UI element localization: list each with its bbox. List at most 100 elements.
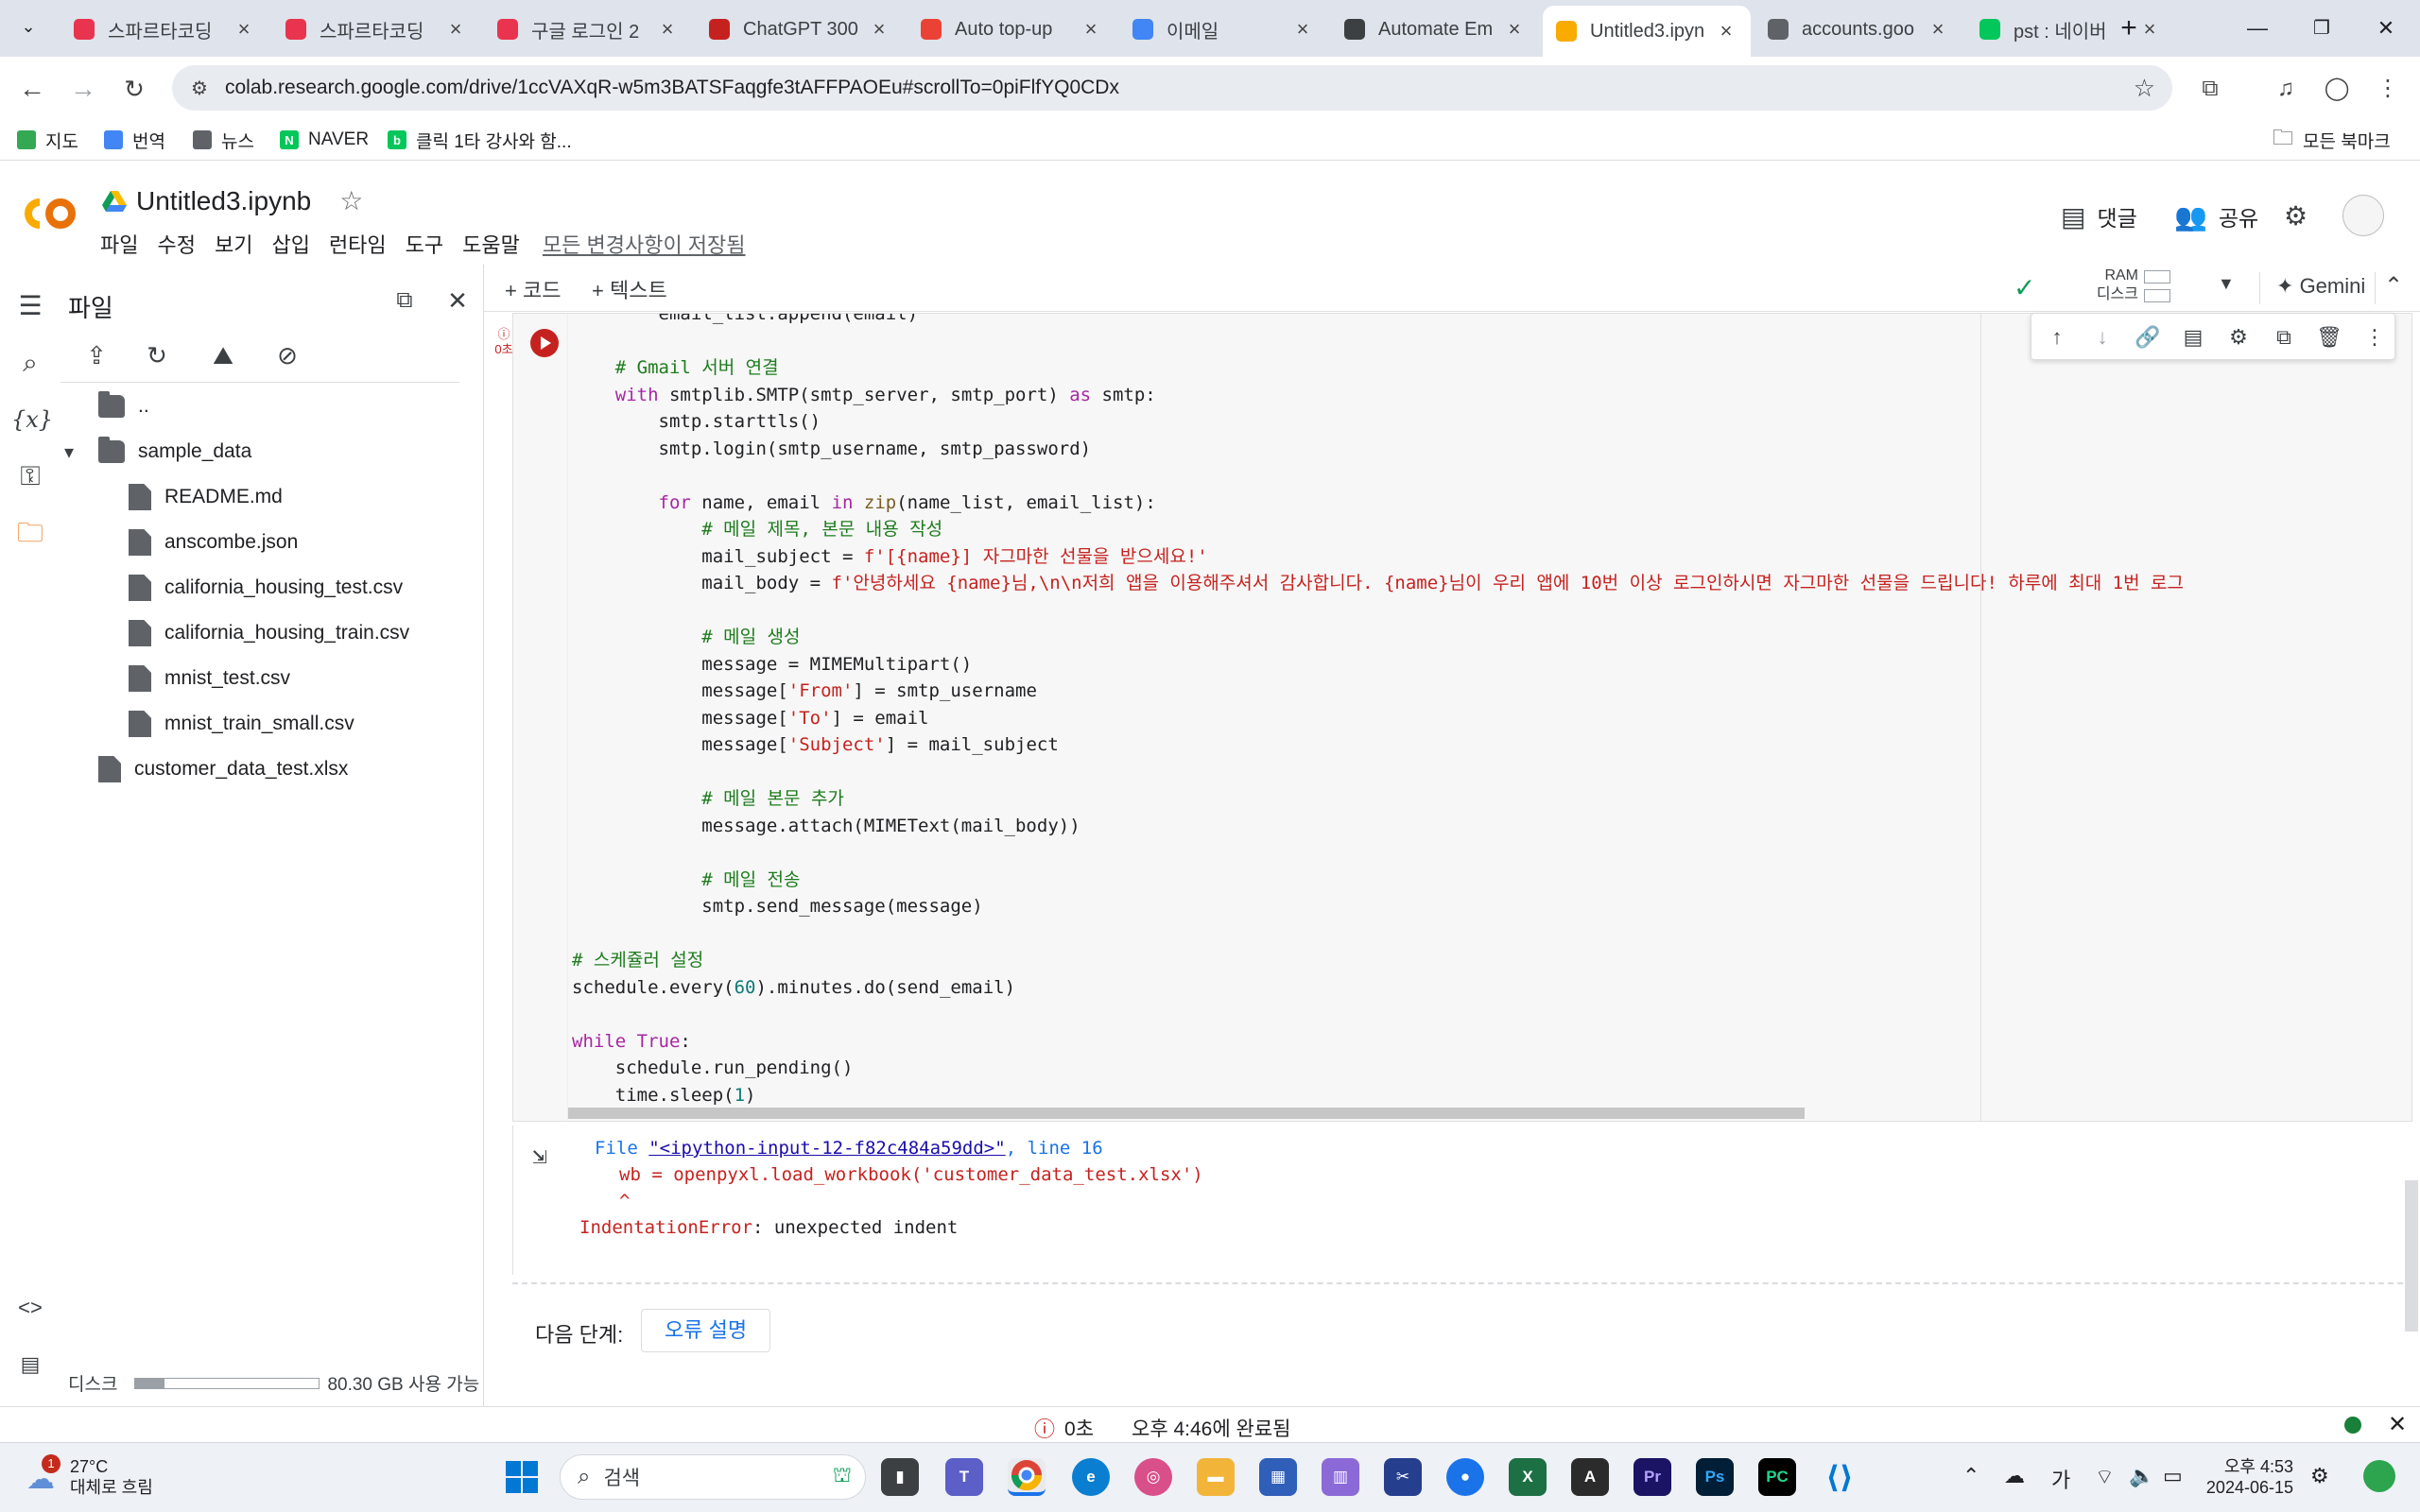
- bookmark-star-icon[interactable]: ☆: [2134, 74, 2155, 103]
- reload-button[interactable]: ↻: [115, 70, 153, 108]
- tab-close-icon[interactable]: ×: [444, 17, 467, 42]
- move-down-icon[interactable]: ↓: [2086, 321, 2118, 353]
- restore-button[interactable]: ❐: [2303, 11, 2341, 45]
- code-text[interactable]: email_list.append(email) # Gmail 서버 연결 w…: [572, 314, 2184, 1108]
- chrome-icon[interactable]: [1008, 1458, 1046, 1496]
- collapse-header-icon[interactable]: ⌃: [2384, 272, 2403, 300]
- vertical-scrollbar[interactable]: [2405, 1180, 2418, 1332]
- mount-drive-icon[interactable]: ⛰: [204, 336, 242, 374]
- tab-search-dropdown-icon[interactable]: ⌄: [9, 9, 47, 43]
- delete-cell-icon[interactable]: 🗑: [2313, 321, 2345, 353]
- tab-close-icon[interactable]: ×: [1080, 17, 1102, 42]
- refresh-icon[interactable]: ↻: [138, 336, 176, 374]
- runtime-dropdown-icon[interactable]: ▼: [2218, 274, 2235, 294]
- notebook-title[interactable]: Untitled3.ipynb: [136, 186, 311, 216]
- menu-item[interactable]: 수정: [157, 229, 195, 259]
- file-row[interactable]: customer_data_test.xlsx: [98, 750, 348, 788]
- horizontal-scrollbar[interactable]: [568, 1108, 1805, 1119]
- hide-files-icon[interactable]: ⊘: [268, 336, 306, 374]
- site-info-icon[interactable]: ⚙: [185, 77, 214, 100]
- tray-chevron-icon[interactable]: ⌃: [1962, 1464, 1979, 1488]
- file-row[interactable]: mnist_train_small.csv: [129, 705, 354, 743]
- menu-item[interactable]: 보기: [215, 229, 252, 259]
- menu-item[interactable]: 런타임: [329, 229, 387, 259]
- file-row[interactable]: anscombe.json: [129, 524, 298, 561]
- code-editor[interactable]: email_list.append(email) # Gmail 서버 연결 w…: [568, 314, 2411, 1121]
- clock[interactable]: 오후 4:53 2024-06-15: [2203, 1456, 2293, 1498]
- bookmark-item[interactable]: 번역: [104, 127, 165, 153]
- browser-tab[interactable]: 스파르타코딩 ×: [60, 8, 268, 51]
- browser-tab[interactable]: Auto top-up ×: [908, 8, 1115, 51]
- store-icon[interactable]: ▦: [1259, 1458, 1297, 1496]
- explain-error-button[interactable]: 오류 설명: [641, 1309, 771, 1352]
- tab-close-icon[interactable]: ×: [233, 17, 255, 42]
- code-snippets-icon[interactable]: <>: [11, 1289, 49, 1327]
- snipping-tool-icon[interactable]: ✂: [1384, 1458, 1422, 1496]
- move-up-icon[interactable]: ↑: [2041, 321, 2073, 353]
- traceback-file-link[interactable]: "<ipython-input-12-f82c484a59dd>": [648, 1138, 1006, 1159]
- variables-icon[interactable]: {x}: [11, 401, 53, 438]
- vscode-icon[interactable]: ⟨⟩: [1821, 1458, 1858, 1496]
- minimize-button[interactable]: —: [2238, 11, 2276, 45]
- menu-item[interactable]: 삽입: [271, 229, 309, 259]
- mirror-cell-icon[interactable]: ⧉: [2268, 321, 2300, 353]
- tab-close-icon[interactable]: ×: [1715, 19, 1737, 43]
- save-status[interactable]: 모든 변경사항이 저장됨: [543, 229, 746, 259]
- parent-folder-row[interactable]: ..: [98, 387, 149, 425]
- forward-button[interactable]: →: [64, 70, 102, 108]
- close-status-icon[interactable]: ✕: [2388, 1411, 2407, 1438]
- notification-icon[interactable]: ⚙: [2310, 1464, 2329, 1488]
- bookmark-item[interactable]: N NAVER: [280, 127, 369, 153]
- link-icon[interactable]: 🔗: [2132, 321, 2164, 353]
- acrobat-icon[interactable]: A: [1571, 1458, 1609, 1496]
- volume-icon[interactable]: 🔈: [2129, 1464, 2154, 1488]
- tab-close-icon[interactable]: ×: [1503, 17, 1526, 42]
- browser-tab[interactable]: Untitled3.ipyn ×: [1543, 6, 1751, 57]
- battery-icon[interactable]: ▭: [2163, 1464, 2183, 1488]
- ram-disk-indicator[interactable]: RAM 디스크: [2072, 266, 2138, 304]
- media-player-icon[interactable]: ●: [1446, 1458, 1484, 1496]
- all-bookmarks-button[interactable]: 🗀 모든 북마크: [2273, 126, 2391, 153]
- pycharm-icon[interactable]: PC: [1758, 1458, 1796, 1496]
- onedrive-icon[interactable]: ☁: [2004, 1464, 2025, 1488]
- run-cell-button[interactable]: [530, 329, 559, 357]
- search-icon[interactable]: ⌕: [11, 344, 49, 382]
- colab-logo-icon[interactable]: [19, 193, 79, 234]
- task-view-icon[interactable]: ▮: [881, 1458, 919, 1496]
- bookmark-item[interactable]: 지도: [17, 127, 78, 153]
- copilot-tray-icon[interactable]: [2363, 1460, 2395, 1492]
- command-palette-icon[interactable]: ▤: [11, 1346, 49, 1383]
- premiere-icon[interactable]: Pr: [1634, 1458, 1671, 1496]
- table-of-contents-icon[interactable]: ☰: [11, 287, 49, 325]
- tab-close-icon[interactable]: ×: [1291, 17, 1314, 42]
- browser-tab[interactable]: 구글 로그인 2 ×: [484, 8, 692, 51]
- comment-cell-icon[interactable]: ▤: [2177, 321, 2209, 353]
- browser-tab[interactable]: 스파르타코딩 ×: [272, 8, 480, 51]
- add-text-cell-button[interactable]: + 텍스트: [592, 274, 667, 304]
- excel-icon[interactable]: X: [1509, 1458, 1547, 1496]
- star-icon[interactable]: ☆: [339, 185, 363, 216]
- bookmark-item[interactable]: 뉴스: [193, 127, 254, 153]
- close-window-button[interactable]: ✕: [2367, 11, 2405, 45]
- upload-file-icon[interactable]: ⇪: [78, 336, 115, 374]
- start-button[interactable]: [503, 1458, 541, 1496]
- code-cell[interactable]: ⓘ 0초 email_list.append(email) # Gmail 서버…: [494, 313, 2412, 1122]
- app-icon[interactable]: ▥: [1322, 1458, 1359, 1496]
- add-code-cell-button[interactable]: + 코드: [505, 274, 561, 304]
- open-in-tab-icon[interactable]: ⧉: [386, 282, 424, 319]
- file-row[interactable]: california_housing_train.csv: [129, 614, 409, 652]
- profile-avatar-icon[interactable]: ◯: [2318, 70, 2356, 108]
- menu-item[interactable]: 도움말: [462, 229, 520, 259]
- file-row[interactable]: mnist_test.csv: [129, 660, 290, 697]
- browser-menu-icon[interactable]: ⋮: [2369, 70, 2407, 108]
- ime-indicator[interactable]: 가: [2051, 1464, 2070, 1494]
- bookmark-item[interactable]: b 클릭 1타 강사와 함...: [388, 127, 572, 153]
- menu-item[interactable]: 파일: [100, 229, 138, 259]
- photoshop-icon[interactable]: Ps: [1696, 1458, 1734, 1496]
- menu-item[interactable]: 도구: [406, 229, 443, 259]
- file-row[interactable]: README.md: [129, 478, 283, 516]
- browser-tab[interactable]: 이메일 ×: [1119, 8, 1327, 51]
- browser-tab[interactable]: ChatGPT 300 ×: [696, 8, 904, 51]
- copilot-icon[interactable]: ◎: [1134, 1458, 1172, 1496]
- file-row[interactable]: california_housing_test.csv: [129, 569, 403, 607]
